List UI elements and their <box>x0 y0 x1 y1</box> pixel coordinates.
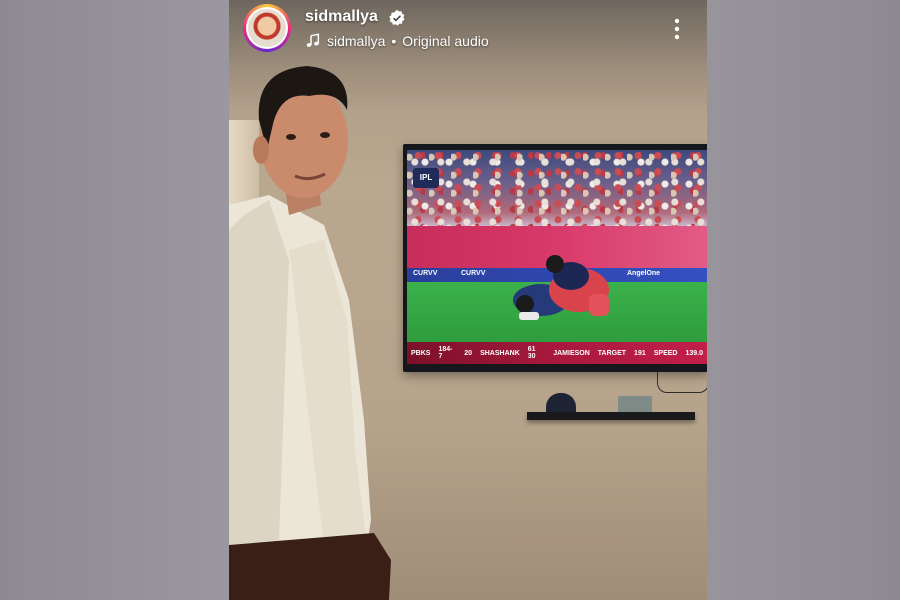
batter-score: 61 30 <box>527 346 536 360</box>
reel-header: sidmallya sidmallya • Original audio <box>229 0 707 60</box>
batter-name: SHASHANK <box>480 349 520 357</box>
television: IPL CURVV CURVV AngelOne PBKS 184-7 20 S… <box>403 144 707 372</box>
tv-screen: IPL CURVV CURVV AngelOne PBKS 184-7 20 S… <box>407 150 707 364</box>
audio-title: Original audio <box>402 33 489 49</box>
tv-cable <box>657 372 707 393</box>
speed-label: SPEED <box>653 349 678 357</box>
stadium-crowd <box>407 150 707 228</box>
more-vertical-icon[interactable] <box>669 16 685 42</box>
profile-avatar[interactable] <box>243 4 291 52</box>
celebrating-players <box>513 255 609 320</box>
smart-speaker <box>546 393 576 413</box>
reel-video-frame[interactable]: IPL CURVV CURVV AngelOne PBKS 184-7 20 S… <box>229 0 707 600</box>
ad-text: AngelOne <box>627 270 661 277</box>
target-label: TARGET <box>597 349 627 357</box>
music-note-icon <box>306 33 320 47</box>
wall-shelf <box>527 412 695 420</box>
avatar-border <box>246 7 288 49</box>
overs: 20 <box>464 349 473 357</box>
target-value: 191 <box>634 349 646 357</box>
audio-link[interactable]: sidmallya • Original audio <box>305 33 489 49</box>
speed-value: 139.0 <box>685 349 703 357</box>
person <box>229 66 391 600</box>
team-score: 184-7 <box>438 346 453 360</box>
score-bar: PBKS 184-7 20 SHASHANK 61 30 JAMIESON TA… <box>407 342 707 364</box>
avatar-image <box>248 9 286 47</box>
verified-badge-icon <box>389 9 405 26</box>
bowler-name: JAMIESON <box>553 349 590 357</box>
ad-text: CURVV <box>461 270 486 277</box>
username-link[interactable]: sidmallya <box>305 8 378 26</box>
audio-separator: • <box>391 33 397 49</box>
audio-owner: sidmallya <box>327 33 386 49</box>
